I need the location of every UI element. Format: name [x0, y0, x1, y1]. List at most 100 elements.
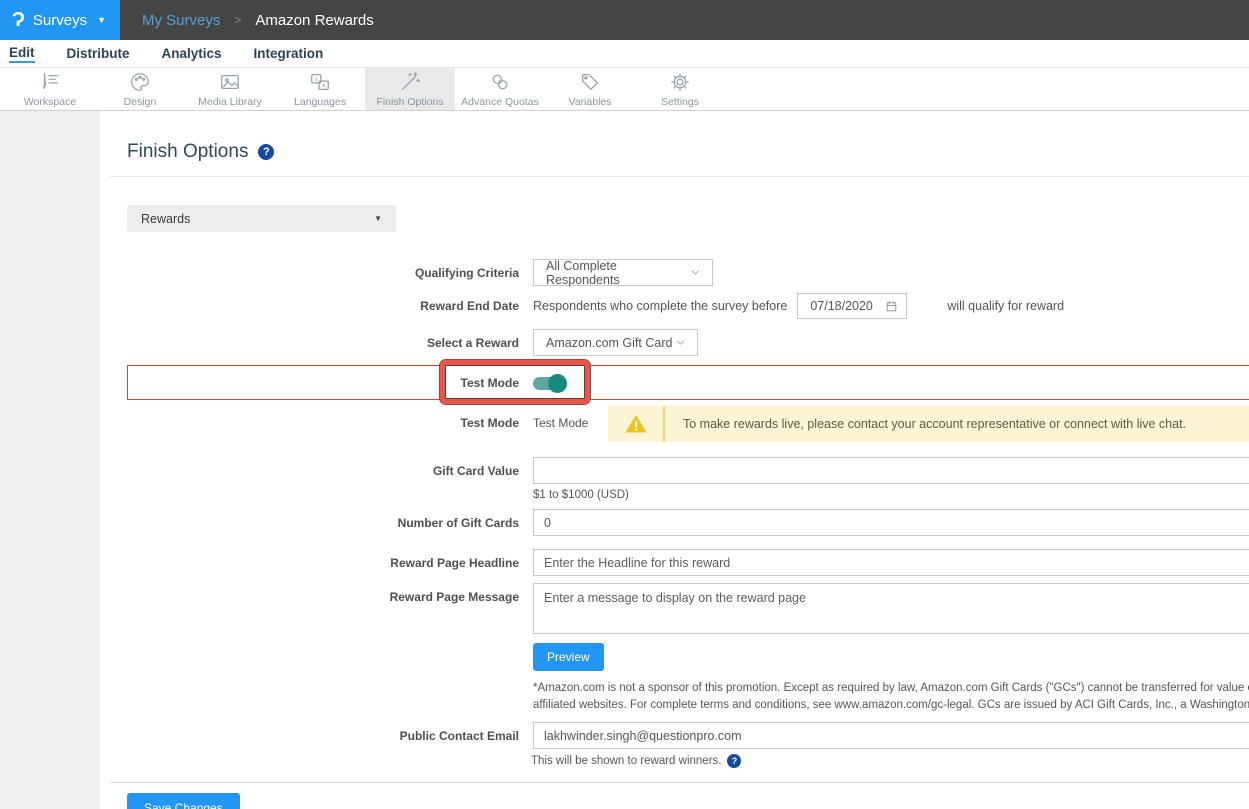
page-title: Finish Options: [127, 141, 248, 163]
breadcrumb-separator-icon: >: [234, 13, 241, 27]
toolbar-item-media-library[interactable]: Media Library: [185, 68, 275, 110]
tag-icon: [579, 71, 601, 93]
magic-wand-icon: [399, 71, 421, 93]
public-contact-email-row: Public Contact Email This will be shown …: [127, 722, 1249, 768]
tab-analytics[interactable]: Analytics: [162, 46, 222, 61]
finish-option-type-dropdown[interactable]: Rewards ▼: [127, 205, 396, 232]
calendar-icon[interactable]: [885, 300, 898, 313]
test-mode-toggle-label: Test Mode: [127, 376, 533, 390]
warning-triangle-icon: [623, 412, 649, 436]
toolbar-label: Design: [124, 96, 157, 108]
edit-toolbar: Workspace Design Media Library x A Langu…: [0, 67, 1249, 111]
chevron-down-icon: [689, 266, 702, 279]
qualifying-criteria-value: All Complete Respondents: [546, 259, 689, 287]
toolbar-label: Media Library: [198, 96, 262, 108]
tab-edit[interactable]: Edit: [9, 45, 35, 63]
number-of-gift-cards-input[interactable]: [533, 509, 1249, 536]
toolbar-item-settings[interactable]: Settings: [635, 68, 725, 110]
toggle-knob: [548, 374, 567, 393]
reward-page-headline-row: Reward Page Headline: [127, 549, 1249, 576]
amazon-disclaimer-line1: *Amazon.com is not a sponsor of this pro…: [533, 680, 1249, 697]
preview-button[interactable]: Preview: [533, 643, 604, 671]
reward-end-date-row: Reward End Date Respondents who complete…: [127, 293, 1249, 319]
select-reward-label: Select a Reward: [127, 336, 533, 350]
test-mode-value: Test Mode: [533, 406, 608, 430]
qualifying-criteria-select[interactable]: All Complete Respondents: [533, 259, 713, 286]
gear-icon: [669, 71, 691, 93]
chevron-down-icon: ▼: [97, 15, 106, 25]
toolbar-label: Advance Quotas: [461, 96, 539, 108]
test-mode-toggle[interactable]: [533, 377, 565, 390]
help-icon[interactable]: ?: [258, 144, 274, 160]
gift-card-value-row: Gift Card Value $1 to $1000 (USD): [127, 457, 1249, 501]
image-icon: [219, 71, 241, 93]
reward-page-message-textarea[interactable]: [533, 583, 1249, 634]
toolbar-label: Finish Options: [376, 96, 443, 108]
top-header-bar: Ɂ Surveys ▼ My Surveys > Amazon Rewards: [0, 0, 1249, 40]
amazon-disclaimer: *Amazon.com is not a sponsor of this pro…: [533, 680, 1249, 713]
test-mode-warning-banner: To make rewards live, please contact you…: [608, 406, 1249, 442]
svg-text:x: x: [315, 76, 319, 83]
breadcrumb: My Surveys > Amazon Rewards: [120, 0, 374, 40]
public-contact-email-helper: This will be shown to reward winners.: [531, 755, 721, 767]
test-mode-toggle-row: Test Mode: [127, 365, 1249, 400]
translate-icon: x A: [309, 71, 331, 93]
chevron-down-icon: [674, 336, 687, 349]
toolbar-item-workspace[interactable]: Workspace: [5, 68, 95, 110]
svg-text:A: A: [322, 82, 327, 89]
help-icon[interactable]: ?: [727, 754, 741, 768]
qualifying-criteria-label: Qualifying Criteria: [127, 266, 533, 280]
toolbar-item-languages[interactable]: x A Languages: [275, 68, 365, 110]
palette-icon: [129, 71, 151, 93]
reward-page-headline-label: Reward Page Headline: [127, 556, 533, 570]
reward-end-date-input[interactable]: 07/18/2020: [797, 293, 907, 319]
public-contact-email-label: Public Contact Email: [127, 722, 533, 743]
left-gutter: [0, 111, 100, 809]
save-changes-button[interactable]: Save Changes: [127, 793, 240, 809]
toolbar-item-advance-quotas[interactable]: Advance Quotas: [455, 68, 545, 110]
gift-card-value-input[interactable]: [533, 457, 1249, 484]
divider: [110, 176, 1249, 177]
select-reward-select[interactable]: Amazon.com Gift Card: [533, 329, 698, 356]
finish-option-type-value: Rewards: [141, 212, 190, 226]
number-of-gift-cards-label: Number of Gift Cards: [127, 516, 533, 530]
number-of-gift-cards-row: Number of Gift Cards: [127, 509, 1249, 536]
qualifying-criteria-row: Qualifying Criteria All Complete Respond…: [127, 259, 1249, 286]
reward-page-message-label: Reward Page Message: [127, 583, 533, 604]
toolbar-label: Languages: [294, 96, 346, 108]
test-mode-label: Test Mode: [127, 406, 533, 430]
public-contact-email-input[interactable]: [533, 722, 1249, 749]
primary-nav-tabs: Edit Distribute Analytics Integration: [0, 40, 1249, 67]
breadcrumb-my-surveys[interactable]: My Surveys: [142, 12, 220, 29]
toolbar-item-finish-options[interactable]: Finish Options: [365, 68, 455, 110]
brand-surveys-menu[interactable]: Ɂ Surveys ▼: [0, 0, 120, 40]
finish-options-panel: Finish Options ? Rewards ▼ Qualifying Cr…: [100, 111, 1249, 809]
questionpro-logo-icon: Ɂ: [12, 10, 25, 30]
test-mode-warning-text: To make rewards live, please contact you…: [665, 406, 1186, 442]
breadcrumb-current-survey: Amazon Rewards: [255, 12, 373, 29]
reward-page-headline-input[interactable]: [533, 549, 1249, 576]
test-mode-status-row: Test Mode Test Mode To make rewards live…: [127, 406, 1249, 442]
toolbar-label: Workspace: [24, 96, 76, 108]
reward-end-date-prefix: Respondents who complete the survey befo…: [533, 299, 787, 313]
select-reward-value: Amazon.com Gift Card: [546, 336, 672, 350]
select-reward-row: Select a Reward Amazon.com Gift Card: [127, 329, 1249, 356]
reward-end-date-value: 07/18/2020: [810, 299, 873, 313]
tab-distribute[interactable]: Distribute: [67, 46, 130, 61]
reward-end-date-suffix: will qualify for reward: [947, 299, 1064, 313]
gift-card-value-helper: $1 to $1000 (USD): [533, 489, 1249, 501]
toolbar-label: Variables: [569, 96, 612, 108]
divider: [110, 782, 1249, 783]
toolbar-item-variables[interactable]: Variables: [545, 68, 635, 110]
chain-link-icon: [489, 71, 511, 93]
gift-card-value-label: Gift Card Value: [127, 457, 533, 478]
chevron-down-icon: ▼: [374, 214, 382, 223]
workspace-icon: [39, 71, 61, 93]
tab-integration[interactable]: Integration: [254, 46, 324, 61]
reward-page-message-row: Reward Page Message: [127, 583, 1249, 634]
preview-row: Preview: [127, 643, 1249, 671]
toolbar-label: Settings: [661, 96, 699, 108]
reward-end-date-label: Reward End Date: [127, 299, 533, 313]
toolbar-item-design[interactable]: Design: [95, 68, 185, 110]
amazon-disclaimer-line2: affiliated websites. For complete terms …: [533, 697, 1249, 714]
